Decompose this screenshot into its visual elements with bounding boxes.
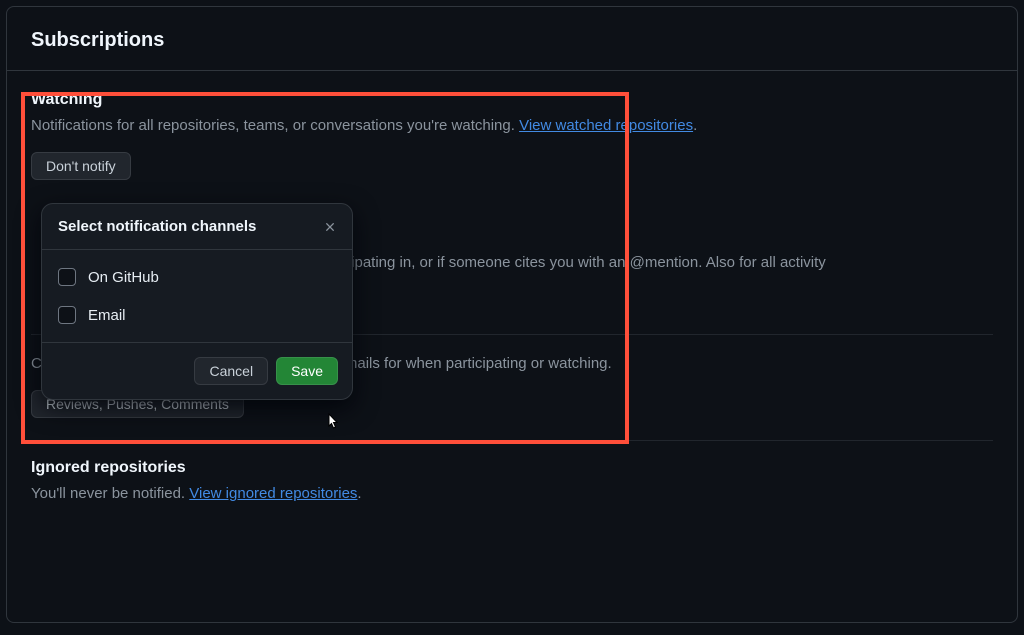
ignored-desc: You'll never be notified. View ignored r…	[31, 483, 993, 506]
cancel-button[interactable]: Cancel	[194, 357, 268, 385]
checkbox-on-github[interactable]	[58, 268, 76, 286]
watching-title: Watching	[31, 91, 993, 109]
option-on-github[interactable]: On GitHub	[42, 258, 352, 296]
view-ignored-repos-link[interactable]: View ignored repositories	[189, 485, 357, 502]
save-button[interactable]: Save	[276, 357, 338, 385]
option-email[interactable]: Email	[42, 296, 352, 334]
close-icon[interactable]	[322, 219, 338, 235]
option-label-on-github: On GitHub	[88, 269, 159, 286]
popover-footer: Cancel Save	[42, 342, 352, 399]
subscriptions-panel: Subscriptions Watching Notifications for…	[6, 6, 1018, 623]
popover-header: Select notification channels	[42, 204, 352, 250]
watching-desc: Notifications for all repositories, team…	[31, 115, 993, 138]
popover-title: Select notification channels	[58, 218, 256, 235]
view-watched-repos-link[interactable]: View watched repositories	[519, 117, 693, 134]
participating-desc-tail: are participating in, or if someone cite…	[289, 254, 826, 271]
dont-notify-button[interactable]: Don't notify	[31, 152, 131, 180]
ignored-desc-suffix: .	[357, 485, 361, 502]
ignored-section: Ignored repositories You'll never be not…	[7, 441, 1017, 506]
option-label-email: Email	[88, 307, 126, 324]
watching-desc-text: Notifications for all repositories, team…	[31, 117, 519, 134]
popover-body: On GitHub Email	[42, 250, 352, 342]
ignored-desc-prefix: You'll never be notified.	[31, 485, 189, 502]
checkbox-email[interactable]	[58, 306, 76, 324]
notification-channels-popover: Select notification channels On GitHub E…	[41, 203, 353, 400]
panel-title: Subscriptions	[7, 7, 1017, 71]
watching-section: Watching Notifications for all repositor…	[7, 71, 1017, 180]
watching-desc-suffix: .	[693, 117, 697, 134]
ignored-title: Ignored repositories	[31, 459, 993, 477]
